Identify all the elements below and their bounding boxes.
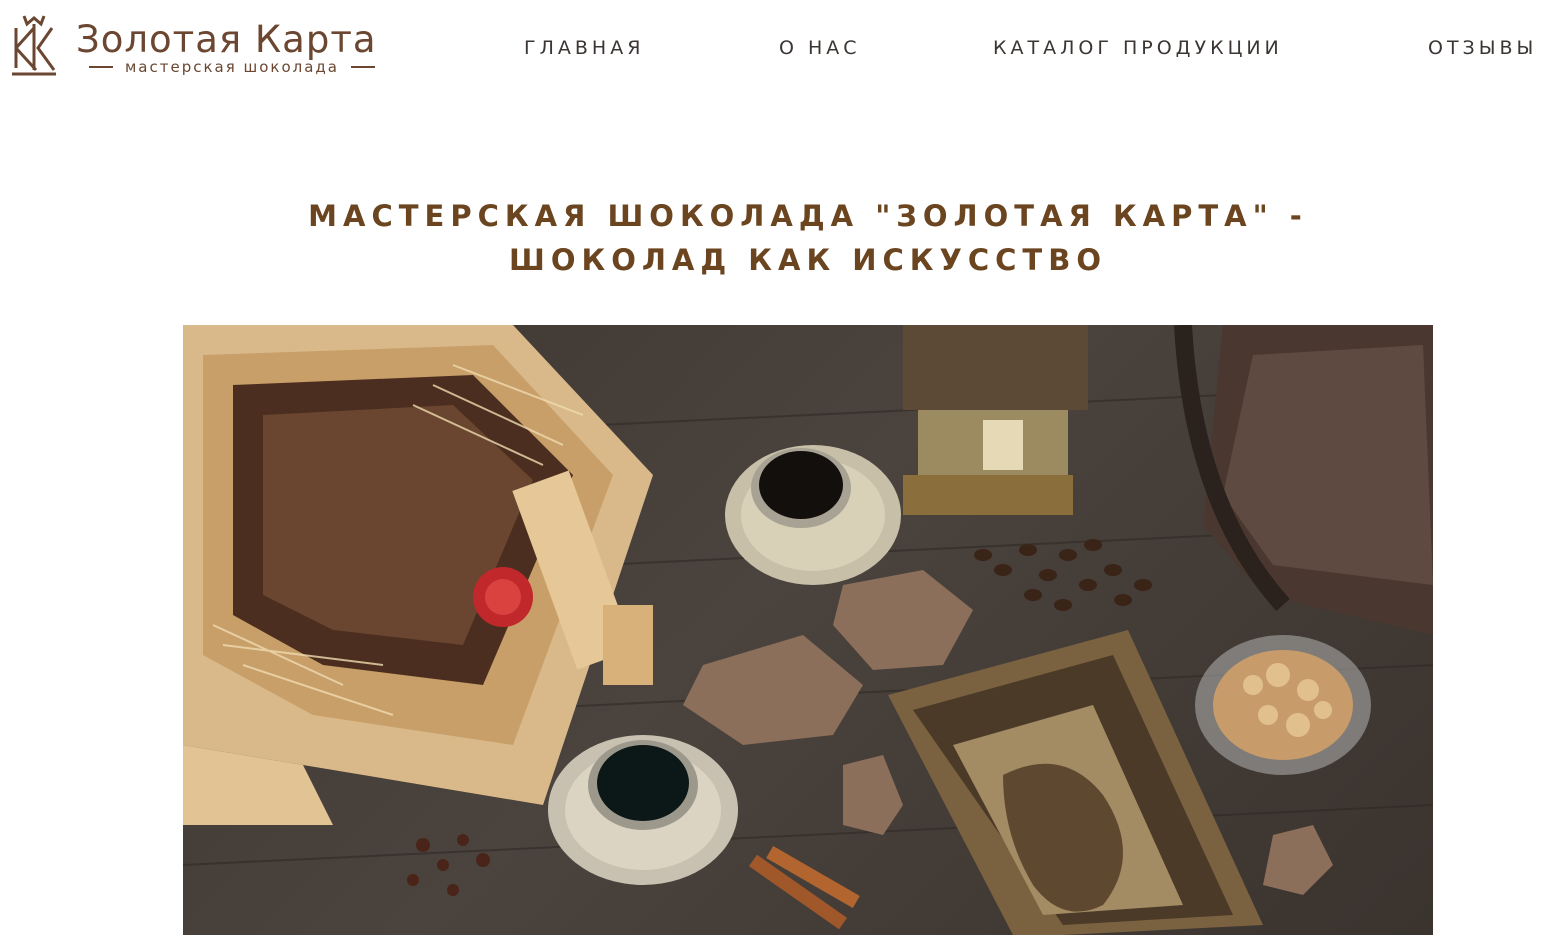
nav-home-link[interactable]: ГЛАВНАЯ xyxy=(524,36,644,60)
nav-about-link[interactable]: О НАС xyxy=(779,36,861,60)
coffee-beans xyxy=(974,539,1152,611)
cinnamon-sticks xyxy=(748,845,860,930)
coffee-cup-top xyxy=(725,445,901,585)
page-title-line-1: МАСТЕРСКАЯ ШОКОЛАДА "ЗОЛОТАЯ КАРТА" - xyxy=(308,199,1308,233)
divider xyxy=(88,66,113,68)
brand-logo[interactable]: Золотая Карта мастерская шоколада xyxy=(10,14,390,80)
cloves xyxy=(407,834,490,896)
divider xyxy=(351,66,375,68)
nav-catalog-link[interactable]: КАТАЛОГ ПРОДУКЦИИ xyxy=(993,36,1283,60)
site-header: Золотая Карта мастерская шоколада ГЛАВНА… xyxy=(0,0,1561,100)
hero-illustration xyxy=(183,325,1433,935)
sugar-bowl xyxy=(1195,635,1371,775)
brand-subtitle-text: мастерская шоколада xyxy=(124,58,339,76)
crown-monogram-icon xyxy=(12,15,56,76)
wooden-box xyxy=(183,325,653,825)
brand-subtitle: мастерская шоколада xyxy=(78,58,386,76)
brass-lantern xyxy=(903,325,1088,515)
leather-bag xyxy=(1174,325,1433,635)
coffee-cup-bottom xyxy=(548,735,738,885)
brand-title: Золотая Карта xyxy=(76,18,377,61)
page-title: МАСТЕРСКАЯ ШОКОЛАДА "ЗОЛОТАЯ КАРТА" - ШО… xyxy=(180,194,1436,282)
page-title-line-2: ШОКОЛАД КАК ИСКУССТВО xyxy=(509,243,1107,277)
nav-reviews-link[interactable]: ОТЗЫВЫ xyxy=(1428,36,1537,60)
hero-image xyxy=(183,325,1433,935)
